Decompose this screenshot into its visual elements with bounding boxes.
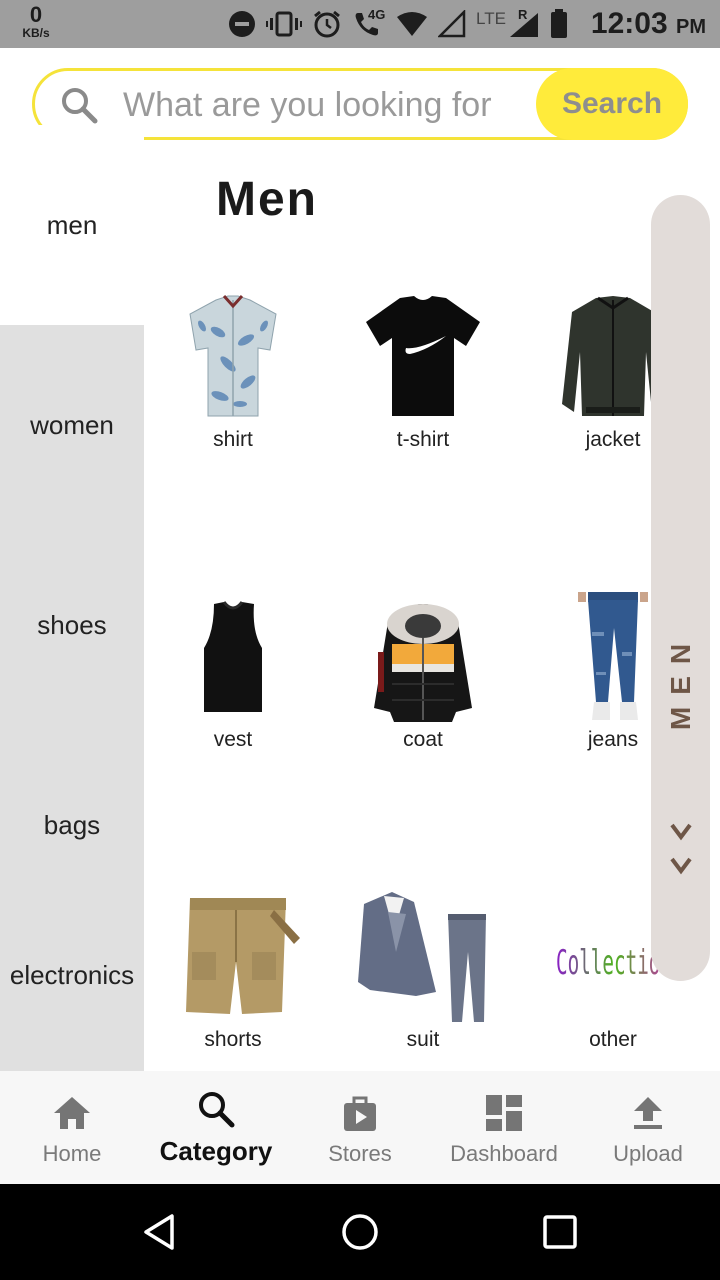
nav-label: Dashboard bbox=[450, 1141, 558, 1166]
vest-image bbox=[158, 592, 308, 722]
clock-ampm: PM bbox=[676, 16, 706, 38]
system-navigation-bar bbox=[0, 1184, 720, 1280]
category-item-electronics[interactable]: electronics bbox=[0, 925, 144, 1071]
suit-image bbox=[348, 892, 498, 1022]
coat-image bbox=[348, 592, 498, 722]
lte-label: LTE bbox=[476, 9, 506, 28]
tshirt-image bbox=[348, 292, 498, 422]
product-label: shorts bbox=[204, 1028, 262, 1051]
clock-time: 12:03 bbox=[590, 7, 668, 40]
nav-label: Stores bbox=[328, 1141, 392, 1166]
home-circle-icon[interactable] bbox=[340, 1212, 380, 1252]
store-icon bbox=[344, 1096, 376, 1131]
chevron-down-icon[interactable] bbox=[669, 855, 693, 875]
product-shirt[interactable]: shirt bbox=[158, 292, 308, 452]
product-label: vest bbox=[213, 728, 253, 751]
speed-value: 0 bbox=[29, 2, 43, 27]
product-label: suit bbox=[406, 1028, 440, 1051]
search-icon bbox=[62, 88, 98, 124]
network-4g-label: 4G bbox=[368, 7, 386, 22]
volte-call-icon: 4G bbox=[352, 7, 386, 39]
recents-icon[interactable] bbox=[540, 1212, 580, 1252]
product-suit[interactable]: suit bbox=[348, 892, 498, 1052]
vibrate-icon bbox=[266, 11, 302, 37]
shorts-image bbox=[158, 892, 308, 1022]
network-speed: 0 KB/s bbox=[18, 2, 54, 40]
dashboard-icon bbox=[486, 1095, 522, 1131]
nav-upload[interactable]: Upload bbox=[576, 1071, 720, 1184]
nav-label: Category bbox=[159, 1136, 273, 1166]
wifi-icon bbox=[397, 12, 427, 36]
nav-dashboard[interactable]: Dashboard bbox=[432, 1071, 576, 1184]
category-item-bags[interactable]: bags bbox=[0, 725, 144, 925]
side-index[interactable]: MEN bbox=[651, 195, 710, 981]
bottom-navigation: Home Category Stores Dashboard Upload bbox=[0, 1071, 720, 1184]
product-label: shirt bbox=[213, 428, 253, 451]
category-item-men[interactable]: men bbox=[0, 125, 144, 325]
status-icons: 4G LTE R bbox=[228, 7, 568, 40]
product-label: other bbox=[589, 1028, 637, 1051]
product-label: coat bbox=[403, 728, 443, 751]
product-vest[interactable]: vest bbox=[158, 592, 308, 752]
nav-label: Upload bbox=[613, 1141, 683, 1166]
home-icon bbox=[54, 1097, 90, 1129]
product-shorts[interactable]: shorts bbox=[158, 892, 308, 1052]
product-label: t-shirt bbox=[396, 428, 450, 451]
nav-home[interactable]: Home bbox=[0, 1071, 144, 1184]
product-tshirt[interactable]: t-shirt bbox=[348, 292, 498, 452]
lte-signal-icon: LTE R bbox=[476, 7, 540, 39]
nav-label: Home bbox=[42, 1141, 102, 1166]
alarm-icon bbox=[314, 10, 340, 38]
search-input[interactable] bbox=[123, 81, 523, 129]
shirt-image bbox=[158, 292, 308, 422]
status-bar: 0 KB/s 4G LTE R 12:03 PM bbox=[0, 0, 720, 48]
speed-unit: KB/s bbox=[22, 26, 50, 40]
back-icon[interactable] bbox=[140, 1212, 180, 1252]
battery-icon bbox=[551, 9, 567, 38]
product-coat[interactable]: coat bbox=[348, 592, 498, 752]
category-title: Men bbox=[216, 173, 318, 226]
clock: 12:03 PM bbox=[591, 7, 706, 41]
category-list: men women shoes bags electronics bbox=[0, 125, 144, 1071]
signal-empty-icon bbox=[438, 10, 466, 38]
nav-category[interactable]: Category bbox=[144, 1071, 288, 1184]
side-index-text: MEN bbox=[665, 631, 696, 731]
category-item-shoes[interactable]: shoes bbox=[0, 525, 144, 725]
chevron-down-icon[interactable] bbox=[669, 821, 693, 841]
search-button[interactable]: Search bbox=[536, 68, 688, 140]
nav-stores[interactable]: Stores bbox=[288, 1071, 432, 1184]
search-icon bbox=[199, 1092, 235, 1128]
category-item-women[interactable]: women bbox=[0, 325, 144, 525]
upload-icon bbox=[634, 1097, 662, 1129]
dnd-icon bbox=[229, 11, 255, 37]
